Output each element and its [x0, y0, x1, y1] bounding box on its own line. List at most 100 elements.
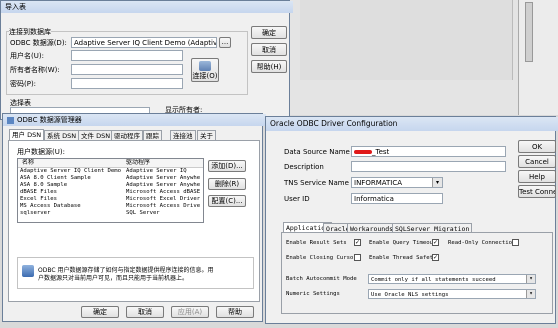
list-item-name[interactable]: ASA 8.0 Sample [20, 182, 124, 189]
tab-connection-pool[interactable]: 连接池 [170, 130, 196, 140]
odbc-ok-button[interactable]: 确定 [81, 306, 119, 318]
batch-autocommit-label: Batch Autocommit Mode [286, 276, 357, 282]
ok-button[interactable]: 确定 [251, 26, 287, 39]
odbc-source-label: ODBC 数据源(D): [10, 39, 67, 47]
help-button[interactable]: 帮助(H) [251, 60, 287, 73]
oracle-config-dialog: Oracle ODBC Driver Configuration Data So… [265, 116, 558, 324]
owner-name-input[interactable] [71, 64, 183, 75]
list-item-name[interactable]: dBASE Files [20, 189, 124, 196]
chevron-down-icon: ▾ [432, 178, 442, 187]
oracle-help-button[interactable]: Help [518, 170, 556, 183]
closing-cursor-checkbox[interactable] [354, 254, 361, 261]
batch-autocommit-select[interactable]: Commit only if all statements succeed ▾ [368, 274, 536, 284]
thread-safety-checkbox[interactable]: ✓ [432, 254, 439, 261]
dsn-input[interactable]: _Test [351, 146, 506, 157]
oracle-config-title: Oracle ODBC Driver Configuration [266, 117, 558, 131]
batch-autocommit-value: Commit only if all statements succeed [371, 277, 496, 283]
list-item-driver: Microsoft Excel Driver [126, 196, 201, 202]
query-timeout-label: Enable Query Timeou [369, 240, 433, 246]
user-dsn-list[interactable]: 名称 驱动程序 Adaptive Server IQ Client Demo A… [17, 158, 204, 223]
browse-button[interactable]: ... [219, 37, 231, 48]
info-box: ODBC 用户数据源存储了如何与指定数据提供程序连接的信息。用 户数据源只对当前… [17, 257, 254, 289]
password-label: 密码(P): [10, 80, 37, 88]
chevron-down-icon: ▾ [526, 290, 535, 298]
canvas-panel [518, 0, 558, 115]
tab-about[interactable]: 关于 [197, 130, 216, 140]
list-item-name[interactable]: Adaptive Server IQ Client Demo [20, 168, 124, 175]
tns-service-select[interactable]: INFORMATICA ▾ [351, 177, 443, 188]
canvas-scrollbar[interactable] [525, 2, 533, 62]
remove-dsn-button[interactable]: 删除(R) [208, 178, 246, 190]
list-item-name[interactable]: ASA 8.0 Client Sample [20, 175, 124, 182]
list-item-driver: Adaptive Server Anywhe [126, 182, 201, 188]
list-item-driver: Microsoft Access dBASE [126, 189, 201, 195]
import-tables-dialog: 导入表 连接到数据库 ODBC 数据源(D): Adaptive Server … [0, 0, 293, 120]
connect-group-label: 连接到数据库 [9, 27, 51, 37]
oracle-cancel-button[interactable]: Cancel [518, 155, 556, 168]
query-timeout-checkbox[interactable]: ✓ [432, 239, 439, 246]
user-id-input[interactable]: Informatica [351, 193, 443, 204]
canvas-grid [300, 0, 513, 80]
read-only-checkbox[interactable] [512, 239, 519, 246]
col-driver-header: 驱动程序 [126, 159, 151, 166]
list-item-name[interactable]: MS Access Database [20, 203, 124, 210]
dsn-driver-column: Adaptive Server IQ Adaptive Server Anywh… [126, 168, 203, 217]
list-item-driver: Microsoft Access Drive [126, 203, 201, 209]
result-sets-label: Enable Result Sets [286, 240, 347, 246]
col-name-header: 名称 [22, 159, 35, 166]
tab-user-dsn[interactable]: 用户 DSN [9, 129, 45, 140]
cancel-button[interactable]: 取消 [251, 43, 287, 56]
read-only-label: Read-Only Connectio [448, 240, 512, 246]
dsn-label: Data Source Name [284, 148, 350, 156]
connect-label: 连接(O) [192, 72, 218, 80]
info-text-line2: 户数据源只对当前用户可见，而且只能用于当前机器上。 [38, 275, 189, 282]
result-sets-checkbox[interactable]: ✓ [354, 239, 361, 246]
odbc-source-select[interactable]: Adaptive Server IQ Client Demo (Adaptive… [71, 37, 217, 48]
dsn-name-column: Adaptive Server IQ Client Demo ASA 8.0 C… [20, 168, 124, 217]
thread-safety-label: Enable Thread Safety [369, 255, 437, 261]
test-connection-button[interactable]: Test Connection [518, 185, 556, 198]
closing-cursor-label: Enable Closing Curso [286, 255, 354, 261]
list-item-driver: SQL Server [126, 210, 160, 216]
user-name-label: 用户名(U): [10, 52, 44, 60]
list-header: 名称 驱动程序 [18, 159, 203, 168]
list-item-driver: Adaptive Server Anywhe [126, 175, 201, 181]
odbc-apply-button[interactable]: 应用(A) [171, 306, 209, 318]
configure-dsn-button[interactable]: 配置(C)... [208, 195, 246, 207]
tab-drivers[interactable]: 驱动程序 [111, 130, 143, 140]
tns-value: INFORMATICA [354, 179, 403, 187]
add-dsn-button[interactable]: 添加(D)... [208, 160, 246, 172]
list-item-driver: Adaptive Server IQ [126, 168, 187, 174]
odbc-help-button[interactable]: 帮助 [216, 306, 254, 318]
background-canvas [290, 0, 558, 115]
database-icon [199, 61, 211, 71]
numeric-settings-select[interactable]: Use Oracle NLS settings ▾ [368, 289, 536, 299]
tns-service-label: TNS Service Name [284, 179, 349, 187]
description-label: Description [284, 163, 324, 171]
list-item-name[interactable]: sqlserver [20, 210, 124, 217]
oracle-ok-button[interactable]: OK [518, 140, 556, 153]
tab-tracing[interactable]: 跟踪 [143, 130, 162, 140]
user-id-label: User ID [284, 195, 310, 203]
redaction-mark [354, 150, 372, 154]
user-name-input[interactable] [71, 50, 183, 61]
dsn-value: _Test [372, 148, 390, 156]
owner-name-label: 所有者名称(W): [10, 66, 60, 74]
list-item-name[interactable]: Excel Files [20, 196, 124, 203]
odbc-manager-title: ODBC 数据源管理器 [3, 114, 266, 126]
tab-system-dsn[interactable]: 系统 DSN [44, 130, 80, 140]
user-sources-label: 用户数据源(U): [17, 148, 65, 156]
password-input[interactable] [71, 78, 183, 89]
odbc-manager-window: ODBC 数据源管理器 用户 DSN 系统 DSN 文件 DSN 驱动程序 跟踪… [2, 113, 266, 322]
description-input[interactable] [351, 161, 506, 172]
tab-file-dsn[interactable]: 文件 DSN [78, 130, 114, 140]
odbc-window-icon [7, 116, 14, 124]
chevron-down-icon: ▾ [526, 275, 535, 283]
import-dialog-title: 导入表 [1, 1, 293, 13]
numeric-settings-value: Use Oracle NLS settings [371, 292, 449, 298]
connect-button[interactable]: 连接(O) [191, 58, 219, 82]
info-icon [22, 265, 34, 277]
odbc-manager-title-text: ODBC 数据源管理器 [17, 116, 82, 124]
odbc-cancel-button[interactable]: 取消 [126, 306, 164, 318]
numeric-settings-label: Numeric Settings [286, 291, 340, 297]
